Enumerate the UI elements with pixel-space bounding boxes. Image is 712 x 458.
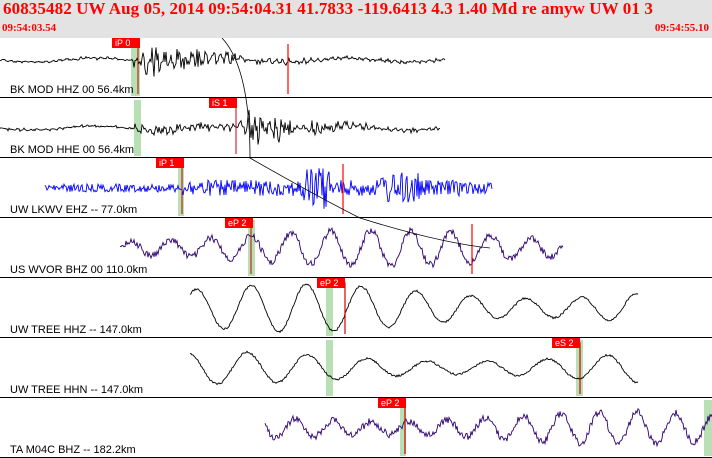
pick-window	[326, 340, 333, 396]
waveform-trace[interactable]	[264, 408, 712, 448]
start-time: 09:54:03.54	[2, 22, 57, 34]
station-label: UW TREE HHN -- 147.0km	[10, 384, 143, 396]
waveform-trace[interactable]	[189, 283, 639, 334]
pick-window	[326, 280, 333, 336]
station-label: UW TREE HHZ -- 147.0km	[10, 324, 142, 336]
pick-label: eP 2	[320, 278, 338, 288]
pick-label: eP 2	[381, 398, 399, 408]
station-label: BK MOD HHZ 00 56.4km	[10, 84, 133, 96]
waveform-trace[interactable]	[119, 226, 564, 269]
pick-window	[704, 400, 712, 456]
pick-label: iS 1	[212, 98, 228, 108]
station-label: US WVOR BHZ 00 110.0km	[10, 264, 147, 276]
waveform-trace[interactable]	[0, 47, 446, 77]
pick-window	[134, 100, 141, 156]
seismogram-panel[interactable]: iP 0 BK MOD HHZ 00 56.4km iS 1 BK MOD HHE 0…	[0, 38, 712, 458]
station-label: BK MOD HHE 00 56.4km	[10, 144, 134, 156]
travel-time-curve	[221, 38, 491, 249]
pick-label: eS 2	[555, 338, 574, 348]
event-title: 60835482 UW Aug 05, 2014 09:54:04.31 41.…	[3, 0, 653, 18]
waveform-trace[interactable]	[44, 168, 493, 209]
waveform-trace[interactable]	[0, 109, 441, 145]
waveform-trace[interactable]	[189, 350, 639, 386]
pick-label: iP 1	[159, 158, 174, 168]
event-header: 60835482 UW Aug 05, 2014 09:54:04.31 41.…	[0, 0, 712, 38]
pick-label: iP 0	[115, 38, 130, 48]
station-label: TA M04C BHZ -- 182.2km	[10, 444, 136, 456]
pick-label: eP 2	[228, 218, 246, 228]
station-label: UW LKWV EHZ -- 77.0km	[10, 204, 137, 216]
end-time: 09:54:55.10	[654, 22, 709, 34]
